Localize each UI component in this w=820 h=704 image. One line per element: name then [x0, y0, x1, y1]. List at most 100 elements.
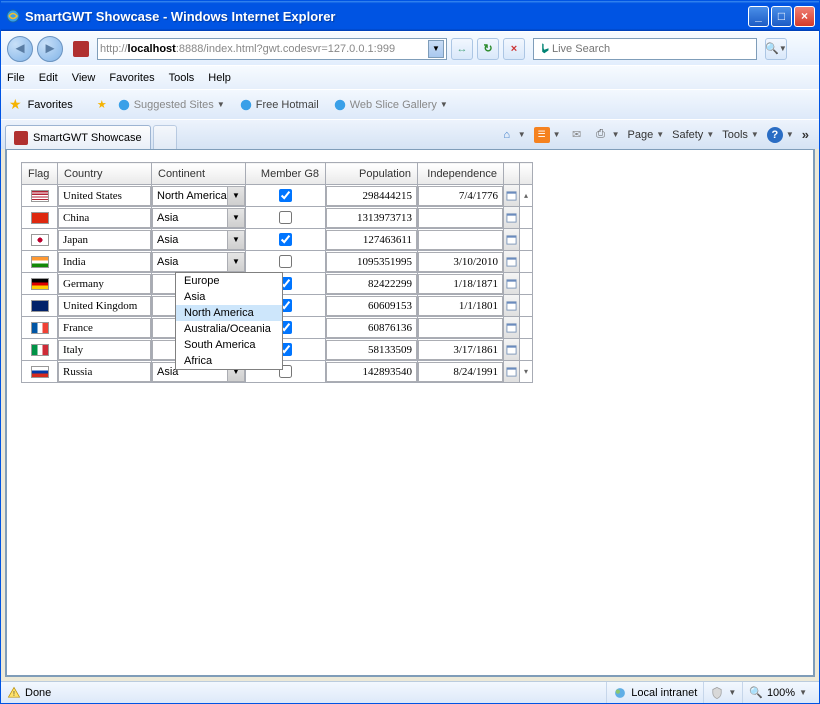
date-picker-button[interactable] — [504, 207, 519, 228]
g8-checkbox[interactable] — [279, 211, 292, 224]
population-input[interactable] — [326, 318, 417, 338]
col-picker[interactable] — [504, 163, 520, 185]
zoom-control[interactable]: 🔍100% ▼ — [742, 682, 813, 703]
country-input[interactable] — [58, 362, 151, 382]
independence-input[interactable] — [418, 340, 503, 360]
col-country[interactable]: Country — [58, 163, 152, 185]
g8-checkbox[interactable] — [279, 233, 292, 246]
continent-select[interactable]: Asia▼ — [152, 252, 245, 272]
menu-file[interactable]: File — [7, 72, 25, 84]
independence-input[interactable] — [418, 362, 503, 382]
forward-button[interactable]: ► — [37, 36, 63, 62]
g8-checkbox[interactable] — [279, 255, 292, 268]
help-button[interactable]: ?▼ — [767, 127, 794, 143]
population-input[interactable] — [326, 296, 417, 316]
dropdown-button[interactable]: ▼ — [227, 231, 244, 249]
favorites-label[interactable]: Favorites — [28, 99, 73, 111]
dropdown-button[interactable]: ▼ — [227, 187, 244, 205]
protected-mode[interactable]: ▼ — [703, 682, 742, 703]
web-slice-link[interactable]: Web Slice Gallery▼ — [329, 96, 452, 114]
menu-favorites[interactable]: Favorites — [109, 72, 154, 84]
new-tab-button[interactable] — [153, 125, 177, 149]
dropdown-option[interactable]: South America — [176, 337, 282, 353]
close-button[interactable]: × — [794, 6, 815, 27]
titlebar[interactable]: SmartGWT Showcase - Windows Internet Exp… — [1, 1, 819, 31]
date-picker-button[interactable] — [504, 185, 519, 206]
stop-button[interactable]: × — [503, 38, 525, 60]
col-continent[interactable]: Continent — [152, 163, 246, 185]
independence-input[interactable] — [418, 274, 503, 294]
country-input[interactable] — [58, 340, 151, 360]
date-picker-button[interactable] — [504, 273, 519, 294]
date-picker-button[interactable] — [504, 251, 519, 272]
independence-input[interactable] — [418, 252, 503, 272]
population-input[interactable] — [326, 362, 417, 382]
country-input[interactable] — [58, 274, 151, 294]
country-input[interactable] — [58, 318, 151, 338]
dropdown-option[interactable]: Australia/Oceania — [176, 321, 282, 337]
tools-menu[interactable]: Tools▼ — [722, 129, 759, 141]
col-g8[interactable]: Member G8 — [246, 163, 326, 185]
population-input[interactable] — [326, 340, 417, 360]
date-picker-button[interactable] — [504, 229, 519, 250]
date-picker-button[interactable] — [504, 339, 519, 360]
url-dropdown-button[interactable]: ▼ — [428, 40, 444, 58]
independence-input[interactable] — [418, 318, 503, 338]
dropdown-option[interactable]: Africa — [176, 353, 282, 369]
home-button[interactable]: ⌂▼ — [499, 127, 526, 143]
col-independence[interactable]: Independence — [418, 163, 504, 185]
dropdown-option[interactable]: Asia — [176, 289, 282, 305]
independence-input[interactable] — [418, 186, 503, 206]
g8-checkbox[interactable] — [279, 189, 292, 202]
minimize-button[interactable]: _ — [748, 6, 769, 27]
population-input[interactable] — [326, 252, 417, 272]
refresh-button[interactable]: ↻ — [477, 38, 499, 60]
col-population[interactable]: Population — [326, 163, 418, 185]
independence-input[interactable] — [418, 230, 503, 250]
dropdown-option[interactable]: Europe — [176, 273, 282, 289]
country-input[interactable] — [58, 252, 151, 272]
menu-help[interactable]: Help — [208, 72, 231, 84]
date-picker-button[interactable] — [504, 361, 519, 382]
dropdown-button[interactable]: ▼ — [227, 209, 244, 227]
address-bar[interactable]: http://localhost:8888/index.html?gwt.cod… — [97, 38, 447, 60]
continent-select[interactable]: Asia▼ — [152, 230, 245, 250]
feeds-button[interactable]: ☰▼ — [534, 127, 561, 143]
menu-tools[interactable]: Tools — [169, 72, 195, 84]
country-input[interactable] — [58, 208, 151, 228]
free-hotmail-link[interactable]: Free Hotmail — [235, 96, 323, 114]
col-scroll[interactable] — [520, 163, 533, 185]
continent-dropdown-list[interactable]: EuropeAsiaNorth AmericaAustralia/Oceania… — [175, 272, 283, 370]
safety-menu[interactable]: Safety▼ — [672, 129, 714, 141]
menu-view[interactable]: View — [72, 72, 96, 84]
menu-edit[interactable]: Edit — [39, 72, 58, 84]
independence-input[interactable] — [418, 208, 503, 228]
zone-indicator[interactable]: Local intranet — [606, 682, 703, 703]
date-picker-button[interactable] — [504, 317, 519, 338]
search-box[interactable] — [533, 38, 757, 60]
continent-select[interactable]: Asia▼ — [152, 208, 245, 228]
country-input[interactable] — [58, 230, 151, 250]
date-picker-button[interactable] — [504, 295, 519, 316]
population-input[interactable] — [326, 186, 417, 206]
population-input[interactable] — [326, 208, 417, 228]
maximize-button[interactable]: □ — [771, 6, 792, 27]
population-input[interactable] — [326, 274, 417, 294]
dropdown-button[interactable]: ▼ — [227, 253, 244, 271]
dropdown-option[interactable]: North America — [176, 305, 282, 321]
suggested-sites-link[interactable]: Suggested Sites▼ — [113, 96, 229, 114]
add-fav-icon[interactable]: ★ — [97, 98, 107, 111]
page-menu[interactable]: Page▼ — [628, 129, 665, 141]
back-button[interactable]: ◄ — [7, 36, 33, 62]
independence-input[interactable] — [418, 296, 503, 316]
country-input[interactable] — [58, 296, 151, 316]
compat-button[interactable]: ↔ — [451, 38, 473, 60]
population-input[interactable] — [326, 230, 417, 250]
col-flag[interactable]: Flag — [22, 163, 58, 185]
mail-button[interactable]: ✉ — [569, 127, 585, 143]
print-button[interactable]: ⎙▼ — [593, 127, 620, 143]
favorites-star-icon[interactable]: ★ — [9, 96, 22, 113]
continent-select[interactable]: North America▼ — [152, 186, 245, 206]
search-input[interactable] — [552, 43, 752, 55]
chevron-more-icon[interactable]: » — [802, 127, 809, 142]
